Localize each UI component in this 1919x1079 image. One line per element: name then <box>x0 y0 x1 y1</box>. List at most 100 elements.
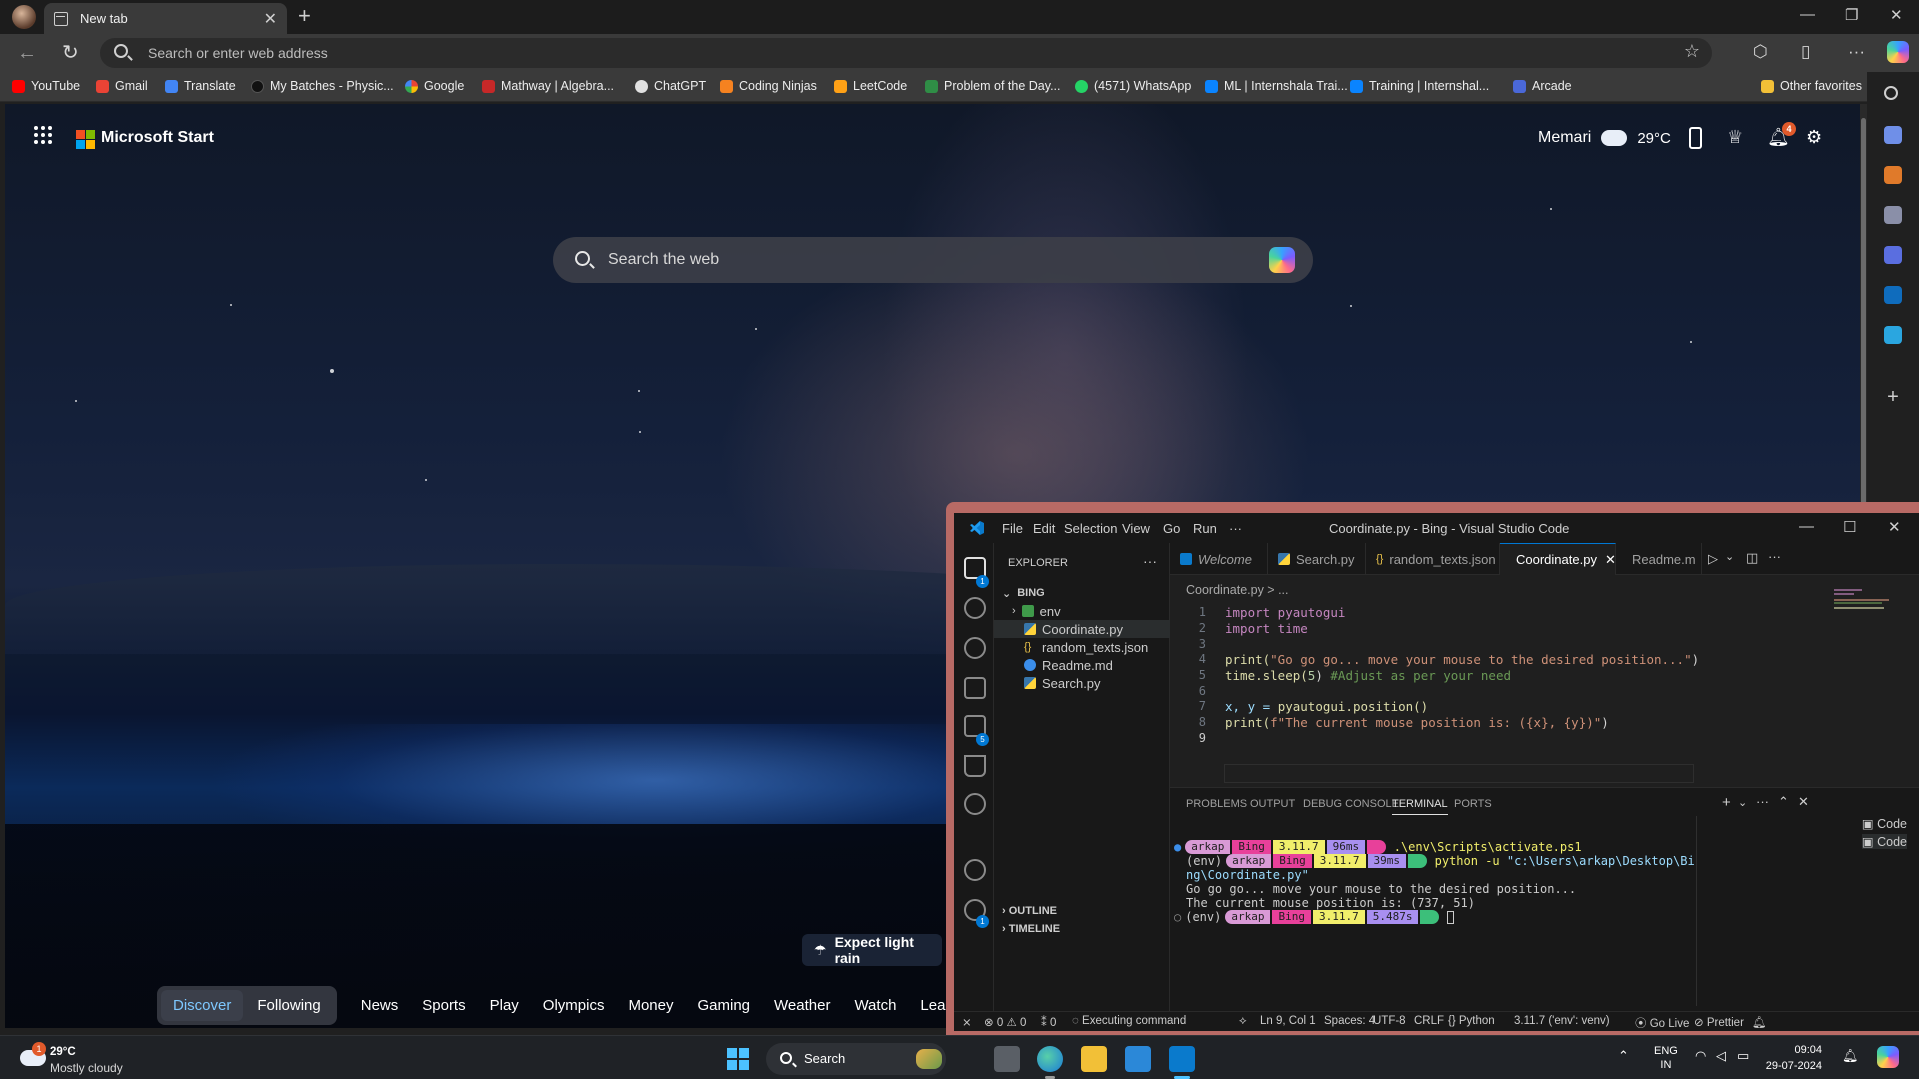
minimize-button[interactable]: — <box>1800 6 1815 23</box>
copilot-icon[interactable] <box>1269 247 1295 273</box>
close-tab-icon[interactable]: ✕ <box>1605 552 1616 568</box>
line-ending[interactable]: CRLF <box>1414 1015 1444 1027</box>
terminal-session[interactable]: ▣ Code <box>1861 834 1907 849</box>
restore-button[interactable]: ❐ <box>1845 6 1858 24</box>
run-debug-icon[interactable] <box>964 677 986 699</box>
notifications-bell-icon[interactable]: 🔔︎ <box>1842 1048 1859 1064</box>
tree-item-search[interactable]: Search.py <box>994 674 1170 692</box>
favorite-star-icon[interactable]: ☆ <box>1684 41 1700 62</box>
fav-my-batches[interactable]: My Batches - Physic... <box>251 79 394 93</box>
nav-watch[interactable]: Watch <box>842 997 908 1014</box>
edge-browser-icon[interactable] <box>1037 1046 1063 1079</box>
run-file-icon[interactable]: ▷ <box>1708 551 1718 567</box>
menu-more[interactable]: ··· <box>1229 521 1242 536</box>
nav-olympics[interactable]: Olympics <box>531 997 617 1014</box>
menu-file[interactable]: File <box>1002 521 1023 536</box>
remote-icon[interactable]: ⨯ <box>962 1015 972 1029</box>
refresh-button[interactable]: ↻ <box>62 41 79 65</box>
source-control-icon[interactable] <box>964 637 986 659</box>
taskbar-search[interactable]: Search <box>766 1043 946 1075</box>
input-language[interactable]: ENG IN <box>1654 1044 1678 1072</box>
tree-item-coordinate[interactable]: Coordinate.py <box>994 620 1170 638</box>
tree-item-env[interactable]: › env <box>994 602 1170 620</box>
minimize-button[interactable]: — <box>1799 518 1814 535</box>
back-button[interactable]: ← <box>17 41 37 65</box>
close-window-button[interactable]: ✕ <box>1890 6 1903 24</box>
nav-gaming[interactable]: Gaming <box>686 997 763 1014</box>
nav-weather[interactable]: Weather <box>762 997 842 1014</box>
menu-go[interactable]: Go <box>1163 521 1180 536</box>
outline-section[interactable]: › OUTLINE <box>1002 905 1057 917</box>
react-atom-icon[interactable] <box>964 793 986 815</box>
fav-gfg[interactable]: Problem of the Day... <box>925 79 1061 93</box>
apps-grid-icon[interactable] <box>34 126 52 144</box>
bell-sync-icon[interactable]: ⟡ <box>1239 1015 1247 1028</box>
language-mode[interactable]: {} Python <box>1448 1015 1495 1027</box>
split-screen-icon[interactable]: ▯ <box>1801 42 1810 62</box>
add-icon[interactable]: + <box>1884 387 1902 407</box>
copilot-icon[interactable] <box>1887 41 1909 63</box>
panel-tab-ports[interactable]: PORTS <box>1454 798 1492 810</box>
fav-coding-ninjas[interactable]: Coding Ninjas <box>720 79 817 93</box>
microsoft-store-icon[interactable] <box>1125 1046 1151 1072</box>
close-window-button[interactable]: ✕ <box>1888 518 1901 536</box>
minimap[interactable] <box>1834 589 1894 609</box>
games-icon[interactable] <box>1884 206 1902 224</box>
terminal-line[interactable]: ○ (env) arkap Bing 3.11.7 5.487s <box>1174 909 1455 925</box>
fav-internshala-training[interactable]: Training | Internshal... <box>1350 79 1489 93</box>
menu-edit[interactable]: Edit <box>1033 521 1055 536</box>
new-tab-button[interactable]: + <box>298 4 311 28</box>
tab-readme[interactable]: Readme.m <box>1616 543 1702 575</box>
file-explorer-icon[interactable] <box>1081 1046 1107 1072</box>
explorer-more-icon[interactable]: ··· <box>1143 553 1157 569</box>
tab-welcome[interactable]: Welcome <box>1170 543 1268 575</box>
drop-icon[interactable] <box>1884 326 1902 344</box>
address-bar[interactable]: Search or enter web address ☆ <box>100 38 1712 68</box>
cursor-position[interactable]: Ln 9, Col 1 <box>1260 1015 1316 1027</box>
weather-widget[interactable]: Memari 29°C <box>1538 123 1671 147</box>
menu-selection[interactable]: Selection <box>1064 521 1117 536</box>
system-clock[interactable]: 09:04 29-07-2024 <box>1762 1042 1822 1074</box>
tab-random-texts[interactable]: {} random_texts.json <box>1366 543 1500 575</box>
code-line[interactable]: 9 <box>1170 729 1770 748</box>
copilot-icon[interactable] <box>1877 1046 1899 1068</box>
rewards-trophy-icon[interactable]: ♕ <box>1727 127 1743 148</box>
vscode-taskbar-icon[interactable] <box>1169 1046 1195 1079</box>
tools-icon[interactable] <box>1884 166 1902 184</box>
fav-arcade[interactable]: Arcade <box>1513 79 1572 93</box>
taskbar-weather-widget[interactable]: 1 29°C Mostly cloudy <box>20 1042 180 1076</box>
fav-internshala-ml[interactable]: ML | Internshala Trai... <box>1205 79 1348 93</box>
accounts-icon[interactable] <box>964 859 986 881</box>
terminal-session[interactable]: ▣ Code <box>1862 816 1907 831</box>
profile-avatar[interactable] <box>12 5 36 29</box>
fav-youtube[interactable]: YouTube <box>12 79 80 93</box>
timeline-section[interactable]: › TIMELINE <box>1002 923 1060 935</box>
phone-icon[interactable] <box>1689 127 1702 149</box>
show-hidden-icons-icon[interactable]: ⌃ <box>1618 1048 1629 1064</box>
tab-search-py[interactable]: Search.py <box>1268 543 1366 575</box>
menu-view[interactable]: View <box>1122 521 1150 536</box>
prettier-status[interactable]: ⊘ Prettier <box>1694 1015 1744 1029</box>
tab-discover[interactable]: Discover <box>161 989 244 1021</box>
go-live[interactable]: ⦿ Go Live <box>1635 1015 1689 1031</box>
more-menu-icon[interactable]: ··· <box>1848 42 1865 62</box>
extensions-icon[interactable]: ⬡ <box>1753 42 1768 62</box>
fav-leetcode[interactable]: LeetCode <box>834 79 907 93</box>
indentation[interactable]: Spaces: 4 <box>1324 1015 1375 1027</box>
fav-google[interactable]: Google <box>405 79 464 93</box>
brand-title[interactable]: Microsoft Start <box>101 129 214 147</box>
split-editor-icon[interactable]: ◫ <box>1746 550 1758 566</box>
tab-coordinate-py[interactable]: Coordinate.py ✕ <box>1500 543 1616 575</box>
chevron-down-icon[interactable]: ⌄ <box>1725 550 1734 563</box>
other-favorites[interactable]: Other favorites <box>1761 79 1862 93</box>
settings-gear-icon[interactable]: ⚙ <box>1806 127 1822 148</box>
chevron-down-icon[interactable]: ⌄ <box>1738 796 1747 809</box>
close-tab-icon[interactable]: ✕ <box>264 9 277 29</box>
task-status[interactable]: ◌ Executing command <box>1072 1015 1186 1027</box>
search-icon[interactable] <box>1884 86 1898 100</box>
notifications-bell-icon[interactable]: 🔔︎ <box>1752 1015 1767 1029</box>
close-panel-icon[interactable]: ✕ <box>1798 794 1809 810</box>
outlook-icon[interactable] <box>1884 286 1902 304</box>
panel-tab-problems[interactable]: PROBLEMS <box>1186 798 1247 810</box>
tree-item-random-texts[interactable]: {} random_texts.json <box>994 638 1170 656</box>
